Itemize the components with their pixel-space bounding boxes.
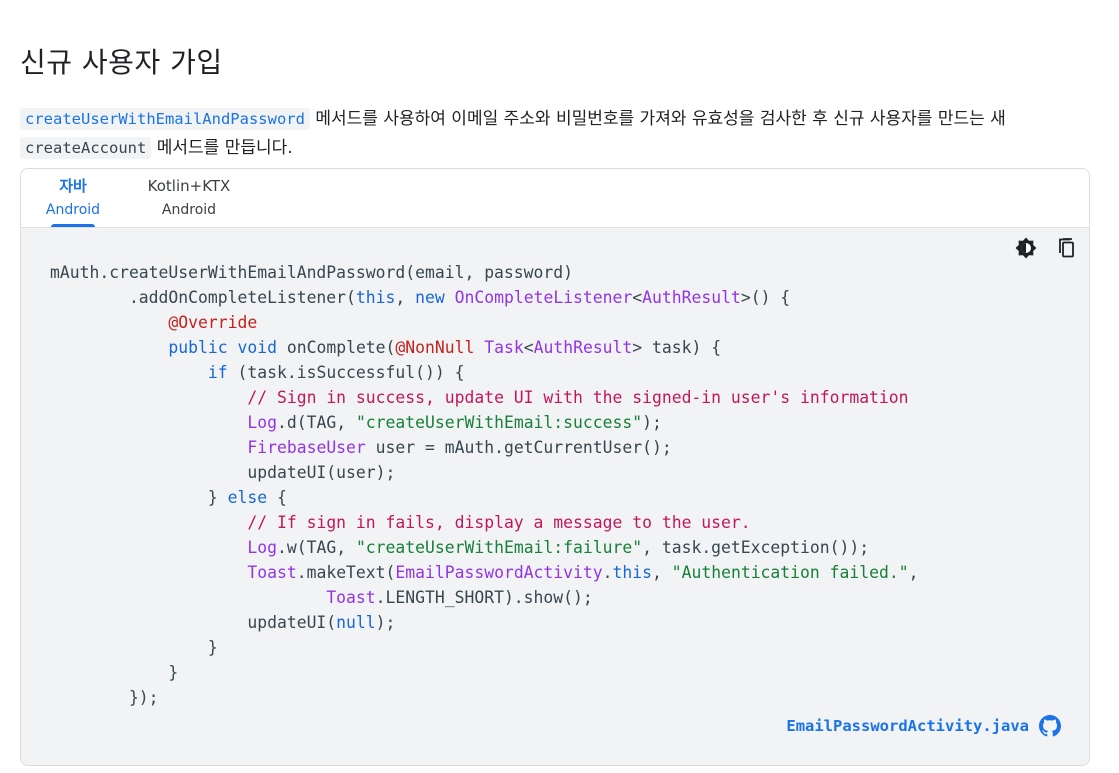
code-line: } xyxy=(50,663,179,682)
brightness-icon[interactable] xyxy=(1014,236,1038,260)
intro-paragraph: createUserWithEmailAndPassword 메서드를 사용하여… xyxy=(20,105,1095,163)
code-sample-card: 자바 Android Kotlin+KTX Android mAuth.crea… xyxy=(20,168,1090,766)
code-text: mAuth.createUserWithEmailAndPassword(ema… xyxy=(50,260,918,710)
page-title: 신규 사용자 가입 xyxy=(20,46,223,80)
code-line: @Override xyxy=(168,313,258,332)
source-file-link[interactable]: EmailPasswordActivity.java xyxy=(786,715,1061,737)
code-line: Toast.LENGTH_SHORT).show(); xyxy=(326,588,593,607)
copy-icon[interactable] xyxy=(1055,236,1079,260)
method-code: createAccount xyxy=(20,137,152,159)
code-line: Log.d(TAG, "createUserWithEmail:success"… xyxy=(247,413,662,432)
tab-java-label: 자바 xyxy=(59,177,87,195)
code-line: // Sign in success, update UI with the s… xyxy=(247,388,909,407)
code-line: } xyxy=(50,638,218,657)
code-line: Log.w(TAG, "createUserWithEmail:failure"… xyxy=(247,538,870,557)
code-line: updateUI(user); xyxy=(50,463,396,482)
tab-java[interactable]: 자바 Android xyxy=(43,169,103,227)
code-toolbar xyxy=(1002,236,1079,262)
code-line: .addOnCompleteListener(this, new OnCompl… xyxy=(50,288,791,307)
code-line: FirebaseUser user = mAuth.getCurrentUser… xyxy=(247,438,672,457)
code-line: mAuth.createUserWithEmailAndPassword(ema… xyxy=(50,263,574,282)
code-line: Toast.makeText(EmailPasswordActivity.thi… xyxy=(247,563,919,582)
github-icon xyxy=(1039,715,1061,737)
language-tabs: 자바 Android Kotlin+KTX Android xyxy=(21,169,1089,228)
source-file-name: EmailPasswordActivity.java xyxy=(786,717,1029,735)
active-tab-indicator xyxy=(51,224,95,227)
code-line: updateUI(null); xyxy=(50,613,396,632)
code-line: if (task.isSuccessful()) { xyxy=(207,363,465,382)
code-line: public void onComplete(@NonNull Task<Aut… xyxy=(168,338,722,357)
tab-kotlin-ktx[interactable]: Kotlin+KTX Android xyxy=(139,169,239,227)
code-line: // If sign in fails, display a message t… xyxy=(247,513,751,532)
intro-text-2: 메서드를 만듭니다. xyxy=(151,138,293,158)
code-line: }); xyxy=(50,688,159,707)
tab-kotlin-label: Kotlin+KTX xyxy=(147,177,231,195)
method-link[interactable]: createUserWithEmailAndPassword xyxy=(20,108,310,130)
tab-java-sublabel: Android xyxy=(45,202,101,218)
code-block: mAuth.createUserWithEmailAndPassword(ema… xyxy=(21,228,1089,765)
intro-text-1: 메서드를 사용하여 이메일 주소와 비밀번호를 가져와 유효성을 검사한 후 신… xyxy=(309,109,1006,129)
code-line: } else { xyxy=(50,488,287,507)
tab-kotlin-sublabel: Android xyxy=(161,202,217,218)
